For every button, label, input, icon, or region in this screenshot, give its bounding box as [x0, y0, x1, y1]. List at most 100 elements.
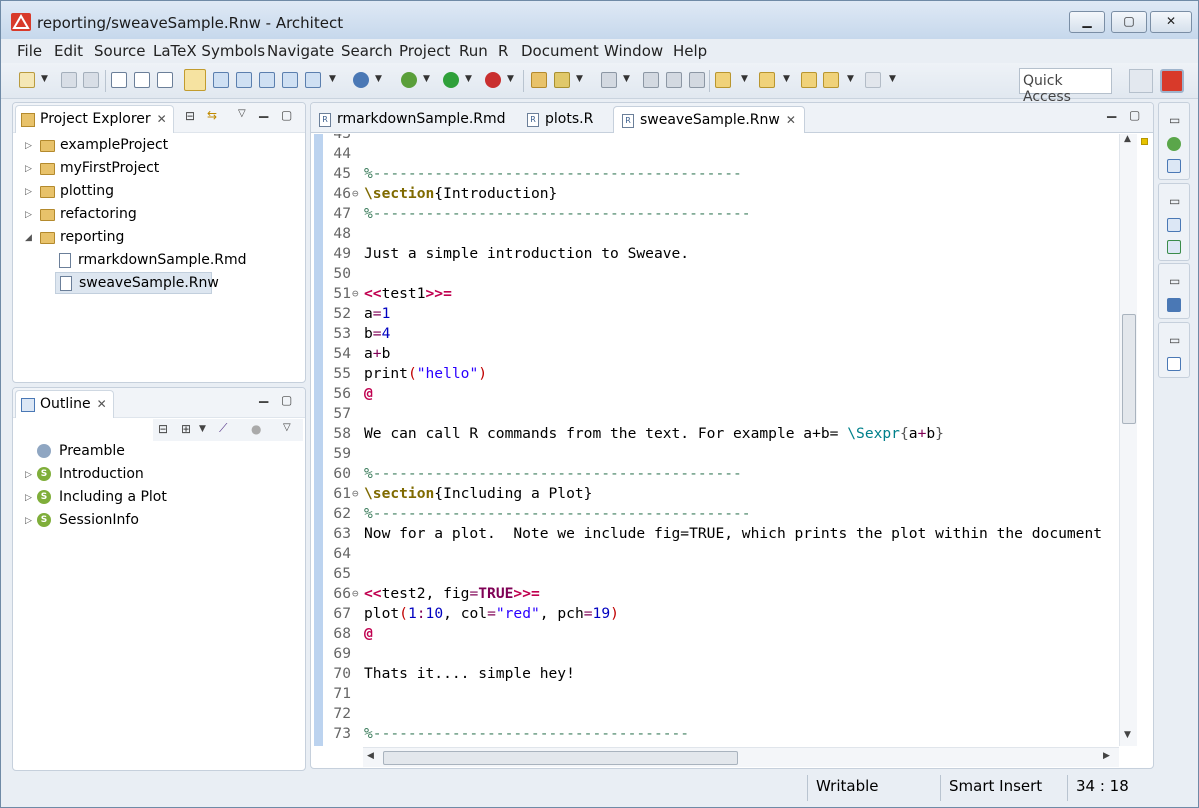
vertical-scrollbar[interactable]: ▲ ▼: [1119, 134, 1137, 746]
fold-icon[interactable]: ⊖: [352, 184, 359, 204]
maximize-view-icon[interactable]: ▢: [281, 108, 292, 122]
run-icon[interactable]: [443, 72, 459, 88]
link-editor-icon[interactable]: ⇆: [207, 108, 217, 122]
menu-latex-symbols[interactable]: LaTeX Symbols: [153, 42, 265, 60]
expand-icon[interactable]: ▷: [25, 164, 32, 174]
tree-item-rmarkdownsample[interactable]: rmarkdownSample.Rmd: [55, 250, 247, 272]
tab-project-explorer[interactable]: Project Explorer ✕: [15, 105, 174, 133]
tree-item-sweavesample[interactable]: sweaveSample.Rnw: [55, 272, 219, 294]
save-all-icon[interactable]: [83, 72, 99, 88]
run-selection-icon[interactable]: [236, 72, 252, 88]
run-chunk-icon[interactable]: [282, 72, 298, 88]
next-annotation-icon[interactable]: [715, 72, 731, 88]
settings-icon[interactable]: [689, 72, 705, 88]
scroll-down-icon[interactable]: ▼: [1124, 730, 1131, 740]
console-icon[interactable]: [1167, 137, 1181, 151]
menu-source[interactable]: Source: [94, 42, 146, 60]
tab-plots-r[interactable]: R plots.R: [519, 106, 601, 133]
horizontal-scroll-thumb[interactable]: [383, 751, 738, 765]
expand-all-icon[interactable]: ⊞: [181, 422, 191, 436]
binary-dropdown-icon[interactable]: ▼: [623, 74, 630, 84]
expand-icon[interactable]: ▷: [25, 516, 32, 526]
last-edit-icon[interactable]: [801, 72, 817, 88]
expand-icon[interactable]: ▷: [25, 493, 32, 503]
run-config-dropdown-icon[interactable]: ▼: [465, 74, 472, 84]
menu-navigate[interactable]: Navigate: [267, 42, 334, 60]
fold-icon[interactable]: ⊖: [352, 484, 359, 504]
tab-rmarkdownsample[interactable]: R rmarkdownSample.Rmd: [311, 106, 514, 133]
maximize-view-icon[interactable]: ▢: [281, 393, 292, 407]
open-folder-icon[interactable]: [531, 72, 547, 88]
run-file-icon[interactable]: [305, 72, 321, 88]
close-tab-icon[interactable]: ✕: [786, 113, 796, 127]
close-button[interactable]: ✕: [1150, 11, 1192, 33]
variables-icon[interactable]: [1167, 218, 1181, 232]
run-r-icon[interactable]: [213, 72, 229, 88]
new-dropdown-icon[interactable]: ▼: [41, 74, 48, 84]
collapse-all-icon[interactable]: ⊟: [158, 422, 168, 436]
maximize-editor-icon[interactable]: ▢: [1129, 108, 1140, 122]
expand-dropdown-icon[interactable]: ▼: [199, 424, 206, 434]
back-arrow-icon[interactable]: [823, 72, 839, 88]
scroll-up-icon[interactable]: ▲: [1124, 134, 1131, 144]
view-menu-icon[interactable]: ▽: [283, 422, 291, 433]
person-dropdown-icon[interactable]: ▼: [375, 74, 382, 84]
increase-font-icon[interactable]: [111, 72, 127, 88]
fold-icon[interactable]: ⊖: [352, 584, 359, 604]
expand-icon[interactable]: ▷: [25, 470, 32, 480]
menu-r[interactable]: R: [498, 42, 508, 60]
collapse-all-icon[interactable]: ⊟: [185, 109, 195, 123]
binary-icon[interactable]: [601, 72, 617, 88]
reset-font-icon[interactable]: [157, 72, 173, 88]
restore-icon[interactable]: ▭: [1169, 274, 1180, 288]
maximize-button[interactable]: ▢: [1111, 11, 1147, 33]
minimize-view-icon[interactable]: ▁: [259, 389, 268, 403]
minimize-button[interactable]: ▁: [1069, 11, 1105, 33]
pen-dropdown-icon[interactable]: ▼: [576, 74, 583, 84]
prev-annotation-icon[interactable]: [759, 72, 775, 88]
code-editor[interactable]: 43 44 45 %-------------------------------…: [323, 134, 1129, 746]
vertical-scroll-thumb[interactable]: [1122, 314, 1136, 424]
rd-help-icon[interactable]: [1167, 240, 1181, 254]
pen-icon[interactable]: [554, 72, 570, 88]
tools-icon[interactable]: [666, 72, 682, 88]
open-perspective-icon[interactable]: [1129, 69, 1153, 93]
person-icon[interactable]: [353, 72, 369, 88]
architect-perspective-icon[interactable]: [1160, 69, 1184, 93]
horizontal-scrollbar[interactable]: ◀ ▶: [363, 747, 1119, 767]
close-tab-icon[interactable]: ✕: [157, 112, 167, 126]
terminal-icon[interactable]: [1167, 298, 1181, 312]
minimize-editor-icon[interactable]: ▁: [1107, 104, 1116, 118]
menu-edit[interactable]: Edit: [54, 42, 83, 60]
camera-icon[interactable]: [643, 72, 659, 88]
collapse-icon[interactable]: ◢: [25, 233, 32, 243]
plots-icon[interactable]: [1167, 357, 1181, 371]
forward-dropdown-icon[interactable]: ▼: [889, 74, 896, 84]
menu-project[interactable]: Project: [399, 42, 450, 60]
view-menu-icon[interactable]: ▽: [238, 108, 246, 119]
expand-icon[interactable]: ▷: [25, 187, 32, 197]
save-icon[interactable]: [61, 72, 77, 88]
menu-document[interactable]: Document: [521, 42, 599, 60]
scroll-left-icon[interactable]: ◀: [367, 751, 374, 761]
restore-icon[interactable]: ▭: [1169, 333, 1180, 347]
new-icon[interactable]: [19, 72, 35, 88]
next-annotation-dropdown-icon[interactable]: ▼: [741, 74, 748, 84]
link-editor-icon[interactable]: ⟋: [219, 421, 227, 436]
scroll-right-icon[interactable]: ▶: [1103, 751, 1110, 761]
mark-occurrences-icon[interactable]: [184, 69, 206, 91]
menu-help[interactable]: Help: [673, 42, 707, 60]
close-tab-icon[interactable]: ✕: [97, 397, 107, 411]
tab-outline[interactable]: Outline ✕: [15, 390, 114, 418]
external-tools-dropdown-icon[interactable]: ▼: [507, 74, 514, 84]
fold-icon[interactable]: ⊖: [352, 284, 359, 304]
minimize-view-icon[interactable]: ▁: [259, 104, 268, 118]
decrease-font-icon[interactable]: [134, 72, 150, 88]
restore-icon[interactable]: ▭: [1169, 194, 1180, 208]
menu-file[interactable]: File: [17, 42, 42, 60]
expand-icon[interactable]: ▷: [25, 141, 32, 151]
menu-run[interactable]: Run: [459, 42, 488, 60]
debug-dropdown-icon[interactable]: ▼: [423, 74, 430, 84]
menu-search[interactable]: Search: [341, 42, 393, 60]
debug-icon[interactable]: [401, 72, 417, 88]
